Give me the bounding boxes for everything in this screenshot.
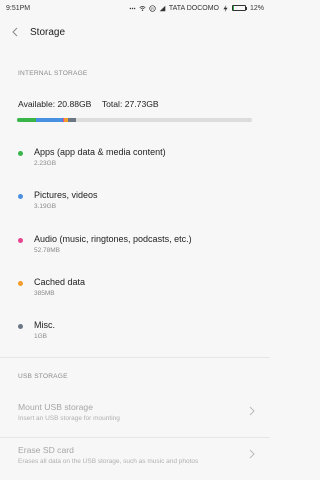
audio-color-dot	[18, 238, 23, 243]
storage-item-size: 52.78MB	[34, 247, 61, 254]
usb-item-label: Mount USB storage	[18, 402, 93, 412]
mount-usb-storage-item[interactable]: Mount USB storage Insert an USB storage …	[0, 402, 270, 438]
storage-item-size: 3.19GB	[34, 203, 57, 210]
status-icons: R TATA DOCOMO 12%	[129, 4, 264, 12]
storage-item-apps[interactable]: Apps (app data & media content) 2.23GB	[0, 147, 270, 183]
status-time: 9:51PM	[6, 4, 31, 12]
status-bar: 9:51PM R TATA DOCOMO 12%	[0, 0, 270, 16]
battery-icon	[231, 5, 247, 11]
usb-item-desc: Insert an USB storage for mounting	[18, 415, 120, 422]
chevron-right-icon	[249, 406, 255, 416]
apps-color-dot	[18, 151, 23, 156]
erase-sd-card-item[interactable]: Erase SD card Erases all data on the USB…	[0, 445, 270, 480]
svg-text:R: R	[151, 6, 154, 10]
usage-segment-pictures	[35, 118, 63, 122]
data-saver-icon: R	[149, 4, 156, 12]
more-dots-icon	[129, 7, 136, 9]
app-header: Storage	[0, 20, 270, 44]
section-divider	[0, 357, 270, 358]
misc-color-dot	[18, 324, 23, 329]
carrier-name: TATA DOCOMO	[168, 4, 219, 12]
row-divider	[0, 437, 270, 438]
usage-segment-misc	[67, 118, 77, 122]
storage-item-size: 2.23GB	[34, 160, 57, 167]
storage-item-misc[interactable]: Misc. 1GB	[0, 320, 270, 356]
storage-usage-bar	[17, 118, 252, 122]
storage-item-pictures[interactable]: Pictures, videos 3.19GB	[0, 190, 270, 226]
battery-fill	[232, 6, 235, 10]
storage-item-size: 385MB	[34, 290, 55, 297]
usb-item-desc: Erases all data on the USB storage, such…	[18, 458, 199, 465]
storage-summary: Available: 20.88GB Total: 27.73GB	[18, 99, 159, 109]
battery-percent: 12%	[249, 4, 264, 12]
available-label: Available: 20.88GB	[18, 99, 92, 109]
cached-color-dot	[18, 281, 23, 286]
page-title: Storage	[30, 26, 66, 38]
storage-item-label: Pictures, videos	[34, 190, 98, 200]
usage-segment-apps	[17, 118, 36, 122]
storage-item-cached[interactable]: Cached data 385MB	[0, 277, 270, 313]
usb-storage-heading: USB STORAGE	[18, 373, 68, 380]
chevron-left-icon	[12, 27, 18, 37]
back-button[interactable]	[0, 20, 30, 44]
storage-item-label: Misc.	[34, 320, 55, 330]
signal-icon	[159, 5, 166, 11]
storage-item-label: Audio (music, ringtones, podcasts, etc.)	[34, 234, 192, 244]
chevron-right-icon	[249, 449, 255, 459]
usb-item-label: Erase SD card	[18, 445, 74, 455]
total-label: Total: 27.73GB	[101, 99, 159, 109]
pictures-color-dot	[18, 194, 23, 199]
storage-item-audio[interactable]: Audio (music, ringtones, podcasts, etc.)…	[0, 234, 270, 270]
storage-item-label: Apps (app data & media content)	[34, 147, 166, 157]
storage-item-label: Cached data	[34, 277, 86, 287]
storage-item-size: 1GB	[34, 333, 48, 340]
wifi-icon	[139, 5, 146, 11]
charging-icon	[223, 4, 228, 12]
internal-storage-heading: INTERNAL STORAGE	[18, 70, 88, 77]
